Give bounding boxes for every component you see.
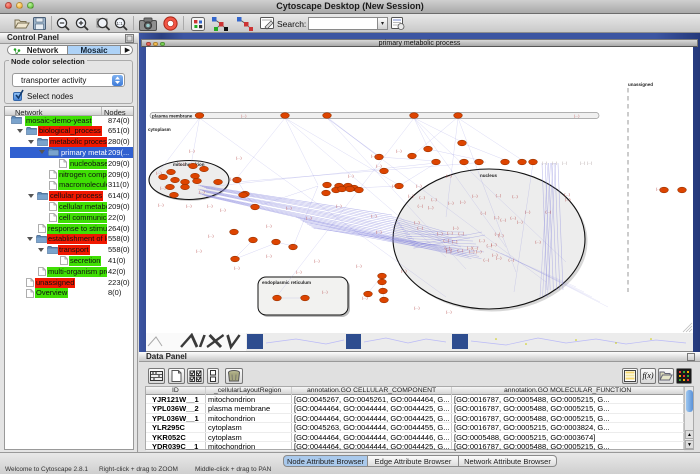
svg-text:(...): (...) [476,249,482,253]
svg-text:(...): (...) [230,177,236,181]
svg-text:(...): (...) [574,114,579,118]
svg-text:(...): (...) [196,249,202,253]
svg-text:(...): (...) [160,186,166,190]
svg-text:(...): (...) [467,246,473,250]
svg-text:(...): (...) [241,114,246,118]
svg-text:(...): (...) [296,270,302,274]
svg-text:(...): (...) [587,161,592,165]
svg-text:(...): (...) [564,192,570,196]
svg-text:(...): (...) [376,164,382,168]
svg-text:(...): (...) [189,149,195,153]
svg-text:(...): (...) [266,254,272,258]
svg-text:(...): (...) [656,187,662,191]
svg-text:(...): (...) [508,258,514,262]
svg-text:(...): (...) [472,194,478,198]
svg-text:(...): (...) [487,243,493,247]
svg-text:(...): (...) [552,161,557,165]
svg-text:(...): (...) [496,194,502,198]
svg-text:(...): (...) [322,290,328,294]
svg-text:(...): (...) [562,161,567,165]
svg-text:(...): (...) [207,204,213,208]
svg-text:(...): (...) [356,264,362,268]
svg-text:(...): (...) [453,226,459,230]
svg-text:(...): (...) [500,218,506,222]
svg-text:(...): (...) [417,226,423,230]
svg-text:(...): (...) [446,310,452,314]
svg-text:(...): (...) [446,250,452,254]
svg-text:(...): (...) [443,239,449,243]
svg-text:(...): (...) [220,208,226,212]
svg-text:(...): (...) [408,194,414,198]
svg-text:(...): (...) [416,184,422,188]
svg-text:unassigned: unassigned [628,82,653,87]
svg-text:(...): (...) [428,205,434,209]
svg-text:(...): (...) [457,249,463,253]
svg-text:(...): (...) [414,306,420,310]
svg-text:(...): (...) [306,216,312,220]
svg-text:(...): (...) [496,256,502,260]
svg-text:(...): (...) [348,174,354,178]
svg-text:cytoplasm: cytoplasm [148,127,171,132]
svg-text:(...): (...) [236,156,242,160]
svg-text:(...): (...) [199,190,205,194]
svg-text:endoplasmic reticulum: endoplasmic reticulum [262,280,311,285]
svg-text:1:1: 1:1 [117,21,124,26]
svg-text:nucleus: nucleus [480,173,498,178]
svg-text:(...): (...) [396,149,402,153]
svg-text:(...): (...) [494,216,500,220]
svg-text:(...): (...) [208,234,214,238]
svg-text:(...): (...) [419,196,425,200]
svg-text:(...): (...) [392,184,398,188]
svg-text:(...): (...) [179,162,185,166]
svg-text:(...): (...) [447,231,453,235]
svg-text:plasma membrane: plasma membrane [152,113,193,118]
svg-text:(...): (...) [472,246,478,250]
svg-text:(...): (...) [362,296,368,300]
svg-text:(...): (...) [510,216,516,220]
svg-text:(...): (...) [186,204,192,208]
svg-text:(...): (...) [580,161,585,165]
svg-text:(...): (...) [158,203,164,207]
svg-text:(...): (...) [290,244,296,248]
svg-text:(...): (...) [565,198,571,202]
svg-text:(...): (...) [517,220,523,224]
svg-text:(...): (...) [481,211,487,215]
svg-text:(...): (...) [446,174,452,178]
svg-text:(...): (...) [234,266,240,270]
svg-text:(...): (...) [156,171,162,175]
svg-text:(...): (...) [535,240,541,244]
svg-text:(...): (...) [371,154,377,158]
svg-text:(...): (...) [542,161,547,165]
svg-text:(...): (...) [266,224,272,228]
svg-text:(...): (...) [376,230,382,234]
svg-text:(...): (...) [495,232,501,236]
svg-text:(...): (...) [371,214,377,218]
svg-text:(...): (...) [431,198,437,202]
svg-text:(...): (...) [336,204,342,208]
svg-text:(...): (...) [286,206,292,210]
svg-text:(...): (...) [479,238,485,242]
svg-text:(...): (...) [314,259,320,263]
svg-text:(...): (...) [483,258,489,262]
svg-text:(...): (...) [418,204,424,208]
svg-text:(...): (...) [545,210,551,214]
svg-text:(...): (...) [448,201,454,205]
svg-text:(...): (...) [437,232,443,236]
svg-text:(...): (...) [452,240,458,244]
svg-text:(...): (...) [458,232,464,236]
svg-text:(...): (...) [525,210,531,214]
svg-text:(...): (...) [512,194,518,198]
svg-text:(...): (...) [414,221,420,225]
svg-text:(...): (...) [401,269,407,273]
svg-text:(...): (...) [460,200,466,204]
